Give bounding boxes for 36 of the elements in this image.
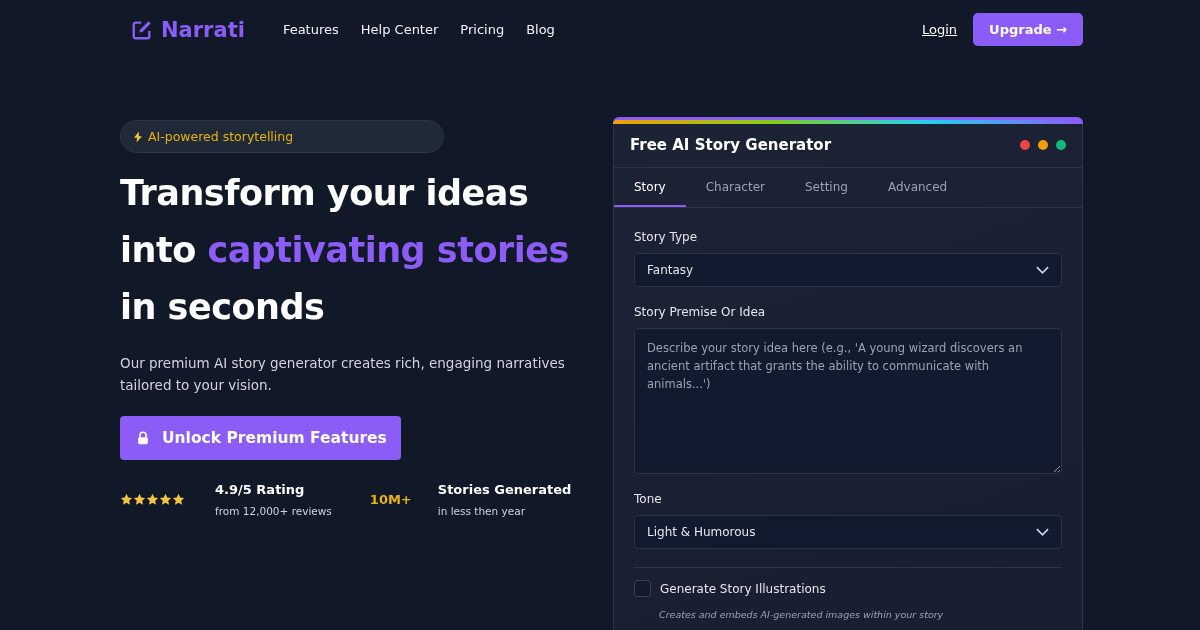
lock-icon (136, 431, 150, 445)
field-label: Tone (634, 492, 663, 506)
tab[interactable]: Character (685, 168, 785, 207)
lightning-icon (134, 130, 142, 143)
window-dots-icon (1020, 140, 1066, 150)
hero-headline: Transform your ideas into captivating stories in seconds (120, 172, 570, 329)
checkbox-hint: Creates and embeds AI-generated images within your story (659, 609, 945, 620)
hero-description: Our premium AI story generator creates rich, engaging narratives tailored to your vision. (120, 354, 566, 395)
chevron-down-icon (1036, 528, 1049, 536)
badge-text: AI-powered storytelling (148, 129, 294, 144)
unlock-button[interactable]: Unlock Premium Features (120, 416, 401, 460)
premise-field[interactable]: Describe your story idea here (e.g., 'A young wizard discovers an ancient artifact that grants the ability to communicate with animals...') (634, 328, 1062, 474)
story-type-select[interactable]: Fantasy (634, 253, 1062, 287)
rating-title: 4.9/5 Rating (215, 482, 306, 497)
login-link[interactable]: Login (922, 22, 958, 37)
edit-icon (131, 18, 153, 41)
stories-count: 10M+ (369, 492, 412, 507)
brand-name[interactable]: Narrati (161, 17, 245, 42)
chevron-down-icon (1036, 266, 1049, 274)
nav-link[interactable]: Help Center (360, 22, 439, 37)
nav-link[interactable]: Pricing (460, 22, 505, 37)
checkbox-label: Generate Story Illustrations (660, 581, 826, 596)
nav-link[interactable]: Features (282, 22, 339, 37)
rating-subtitle: from 12,000+ reviews (215, 505, 332, 517)
illustrations-checkbox[interactable] (634, 580, 651, 597)
tone-select[interactable]: Light & Humorous (634, 515, 1062, 549)
tab[interactable]: Story (614, 168, 686, 207)
stories-subtitle: in less then year (437, 505, 526, 517)
field-label: Story Type (634, 230, 699, 244)
card-title: Free AI Story Generator (630, 136, 832, 154)
tab[interactable]: Setting (784, 168, 868, 207)
stories-title: Stories Generated (437, 482, 572, 497)
nav-link[interactable]: Blog (526, 22, 555, 37)
tab[interactable]: Advanced (867, 168, 968, 207)
field-label: Story Premise Or Idea (634, 305, 767, 319)
upgrade-button[interactable]: Upgrade → (973, 13, 1083, 46)
